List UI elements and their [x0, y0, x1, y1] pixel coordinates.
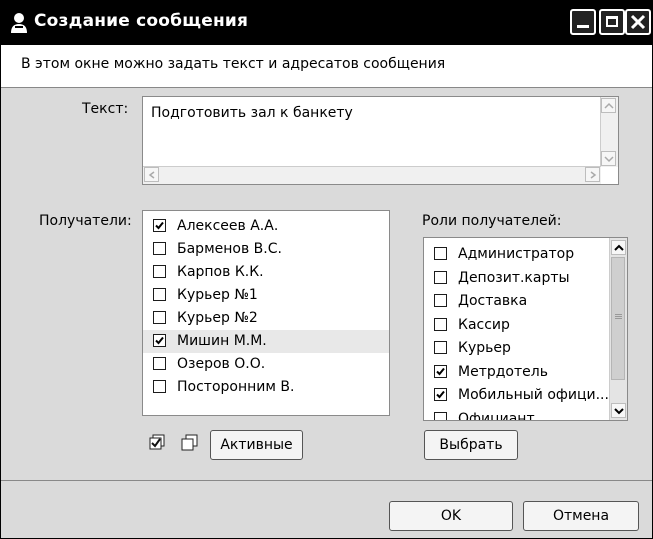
item-label: Администратор — [458, 246, 575, 262]
recipients-list[interactable]: Алексеев А.А. Барменов В.С. Карпов К.К. Кур… — [142, 210, 390, 416]
check-all-icon[interactable] — [149, 434, 166, 451]
recipient-item[interactable]: Курьер №2 — [143, 307, 389, 330]
checkbox[interactable] — [434, 364, 447, 378]
checkbox[interactable] — [153, 380, 166, 393]
recipient-item[interactable]: Курьер №1 — [143, 284, 389, 307]
active-button[interactable]: Активные — [210, 430, 303, 460]
minimize-button[interactable] — [570, 9, 596, 35]
role-item[interactable]: Курьер — [424, 337, 609, 360]
item-label: Карпов К.К. — [177, 264, 264, 280]
chevron-right-icon — [590, 171, 597, 179]
title-bar[interactable]: Создание сообщения — [1, 1, 652, 45]
close-button[interactable] — [625, 9, 651, 35]
role-item[interactable]: Кассир — [424, 314, 609, 337]
scroll-up-button[interactable] — [601, 98, 616, 113]
message-text-field[interactable]: Подготовить зал к банкету — [142, 96, 619, 185]
checkmark-icon — [436, 390, 445, 399]
roles-scroll-down-button[interactable] — [611, 403, 626, 418]
recipient-item[interactable]: Посторонним В. — [143, 376, 389, 399]
checkbox[interactable] — [434, 247, 447, 260]
item-label: Мобильный офици... — [458, 387, 609, 403]
item-label: Курьер №1 — [177, 287, 258, 303]
checkbox[interactable] — [153, 265, 166, 278]
checkmark-icon — [155, 336, 164, 345]
chevron-left-icon — [148, 171, 155, 179]
checkbox[interactable] — [153, 334, 166, 347]
roles-scroll-up-button[interactable] — [611, 240, 626, 255]
recipient-item[interactable]: Барменов В.С. — [143, 238, 389, 261]
item-label: Кассир — [458, 316, 510, 333]
roles-scrollbar[interactable] — [609, 238, 627, 420]
checkbox[interactable] — [153, 242, 166, 255]
scroll-right-button[interactable] — [585, 167, 600, 182]
message-text-value: Подготовить зал к банкету — [151, 105, 353, 121]
item-label: Озеров О.О. — [177, 356, 266, 372]
role-item[interactable]: Официант — [424, 408, 609, 421]
role-item[interactable]: Администратор — [424, 243, 609, 266]
recipient-item[interactable]: Мишин М.М. — [143, 330, 389, 353]
checkbox[interactable] — [153, 288, 166, 301]
item-label: Метрдотель — [458, 363, 548, 380]
role-item[interactable]: Мобильный офици... — [424, 384, 609, 407]
scroll-left-button[interactable] — [144, 167, 159, 182]
uncheck-all-icon[interactable] — [181, 434, 198, 451]
roles-scroll-thumb[interactable] — [611, 257, 625, 380]
item-label: Депозит.карты — [458, 269, 570, 286]
roles-label: Роли получателей: — [422, 213, 562, 229]
checkbox[interactable] — [153, 311, 166, 324]
info-text: В этом окне можно задать текст и адресат… — [21, 56, 446, 72]
minimize-icon — [577, 25, 589, 28]
checkbox[interactable] — [434, 388, 447, 401]
item-label: Мишин М.М. — [177, 333, 267, 349]
item-label: Официант — [458, 410, 535, 421]
checkmark-icon — [436, 367, 445, 375]
close-icon — [630, 14, 646, 30]
footer-divider — [1, 480, 652, 481]
checkbox[interactable] — [153, 357, 166, 370]
maximize-icon — [606, 16, 618, 27]
recipient-item[interactable]: Алексеев А.А. — [143, 215, 389, 238]
checkbox[interactable] — [434, 341, 447, 354]
chevron-down-icon — [604, 156, 614, 163]
item-label: Посторонним В. — [177, 379, 295, 395]
item-label: Алексеев А.А. — [177, 218, 279, 234]
select-button[interactable]: Выбрать — [424, 430, 518, 460]
chevron-up-icon — [614, 244, 624, 251]
info-bar: В этом окне можно задать текст и адресат… — [1, 45, 652, 88]
window-title: Создание сообщения — [34, 11, 249, 31]
user-icon — [11, 13, 27, 33]
chevron-up-icon — [604, 102, 614, 109]
item-label: Доставка — [458, 293, 528, 309]
checkbox[interactable] — [153, 219, 166, 232]
item-label: Курьер — [458, 340, 511, 356]
grip-icon — [615, 314, 622, 315]
text-horizontal-scrollbar[interactable] — [143, 166, 601, 184]
item-label: Курьер №2 — [177, 310, 258, 326]
scroll-down-button[interactable] — [601, 151, 616, 166]
chevron-down-icon — [614, 408, 624, 415]
cancel-button[interactable]: Отмена — [523, 501, 639, 531]
checkbox[interactable] — [434, 270, 447, 284]
recipient-item[interactable]: Карпов К.К. — [143, 261, 389, 284]
recipients-label: Получатели: — [39, 213, 132, 229]
text-vertical-scrollbar[interactable] — [600, 97, 618, 167]
role-item[interactable]: Доставка — [424, 290, 609, 313]
maximize-button[interactable] — [599, 9, 625, 35]
checkbox[interactable] — [434, 294, 447, 307]
ok-button[interactable]: OK — [389, 501, 513, 531]
message-dialog: Создание сообщения В этом окне можно зад… — [0, 0, 653, 539]
role-item[interactable]: Депозит.карты — [424, 267, 609, 290]
checkbox[interactable] — [434, 411, 447, 420]
text-label: Текст: — [82, 101, 129, 117]
checkbox[interactable] — [434, 317, 447, 331]
checkmark-icon — [155, 221, 164, 230]
item-label: Барменов В.С. — [177, 241, 282, 257]
roles-list[interactable]: Администратор Депозит.карты Доставка Кассир… — [423, 237, 628, 421]
recipient-item[interactable]: Озеров О.О. — [143, 353, 389, 376]
role-item[interactable]: Метрдотель — [424, 361, 609, 384]
